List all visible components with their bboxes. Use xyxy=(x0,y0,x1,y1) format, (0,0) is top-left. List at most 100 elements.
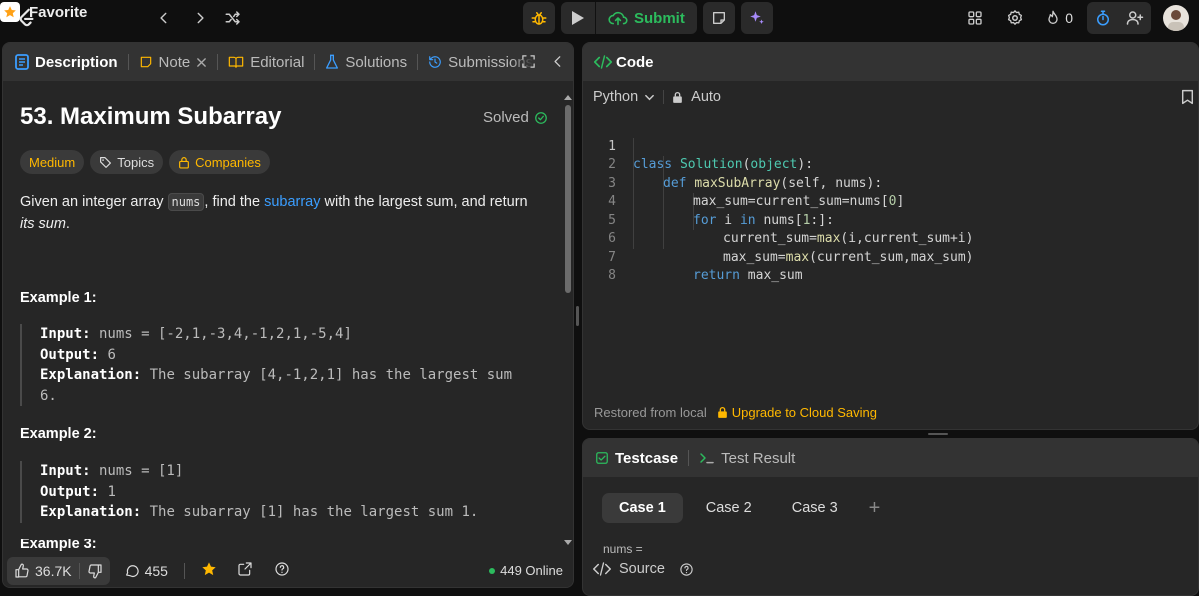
streak-counter[interactable]: 0 xyxy=(1039,2,1079,34)
output-value: 1 xyxy=(99,483,116,500)
add-case-button[interactable]: + xyxy=(861,493,889,523)
ai-assistant-button[interactable] xyxy=(740,2,773,34)
output-label: Output: xyxy=(40,483,100,500)
tab-solutions[interactable]: Solutions xyxy=(315,43,417,81)
code-icon xyxy=(594,55,612,69)
desc-text: with the largest sum, and return xyxy=(320,194,528,210)
case-3-tab[interactable]: Case 3 xyxy=(775,493,855,523)
vertical-resize-handle[interactable] xyxy=(576,306,579,326)
timer-button[interactable] xyxy=(1087,2,1119,34)
leetcode-logo-icon[interactable] xyxy=(14,6,38,30)
chevron-down-icon xyxy=(645,94,655,100)
submit-button[interactable]: Submit xyxy=(596,2,697,34)
bug-icon xyxy=(531,12,547,25)
description-panel: Description Note Editorial Solutions Sub… xyxy=(2,42,574,588)
favorite-button[interactable] xyxy=(201,561,217,582)
topics-label: Topics xyxy=(117,154,155,170)
scroll-thumb[interactable] xyxy=(565,105,571,293)
tab-submissions[interactable]: Submissions xyxy=(418,43,536,81)
shuffle-button[interactable] xyxy=(222,7,244,29)
debug-button[interactable] xyxy=(523,2,555,34)
desc-emphasis: its sum xyxy=(20,216,66,232)
desc-text: Given an integer array xyxy=(20,194,168,210)
topics-tag[interactable]: Topics xyxy=(90,150,164,174)
note-icon xyxy=(140,56,151,68)
flame-icon xyxy=(1048,10,1058,24)
explanation-label: Explanation: xyxy=(40,367,142,383)
chevron-left-icon xyxy=(554,56,561,67)
upgrade-link[interactable]: Upgrade to Cloud Saving xyxy=(717,405,877,420)
tab-test-result[interactable]: Test Result xyxy=(689,439,805,477)
tab-note[interactable]: Note xyxy=(129,43,218,81)
comments-button[interactable]: 455 xyxy=(124,563,168,579)
tab-testcase[interactable]: Testcase xyxy=(583,439,688,477)
tab-code[interactable]: Code xyxy=(583,43,664,81)
star-icon xyxy=(202,561,216,575)
explanation-label: Explanation: xyxy=(40,504,142,520)
scroll-up-icon xyxy=(564,95,572,100)
chevron-right-icon xyxy=(197,12,204,24)
stopwatch-icon xyxy=(1097,10,1109,26)
line-number: 8 xyxy=(608,268,616,283)
lock-icon xyxy=(717,406,727,418)
like-button[interactable]: 36.7K xyxy=(7,557,79,585)
comment-icon xyxy=(125,565,139,577)
lock-icon xyxy=(673,91,682,103)
notes-button[interactable] xyxy=(702,2,735,34)
auto-mode-toggle[interactable]: Auto xyxy=(672,89,721,105)
code-icon xyxy=(593,562,611,576)
help-button[interactable] xyxy=(274,561,290,582)
description-footer: 36.7K 455 449 Online xyxy=(3,553,573,587)
checkbox-icon xyxy=(596,452,608,464)
grid-layout-icon xyxy=(968,11,982,25)
tab-note-label: Note xyxy=(158,53,191,71)
companies-tag[interactable]: Companies xyxy=(169,150,270,174)
code-toolbar: Python Auto xyxy=(583,81,1198,113)
case-1-tab[interactable]: Case 1 xyxy=(602,493,683,523)
next-problem-button[interactable] xyxy=(189,7,211,29)
example-1-title: Example 1: xyxy=(20,290,97,306)
description-scrollbar[interactable] xyxy=(563,93,573,547)
horizontal-resize-handle[interactable] xyxy=(928,433,948,435)
user-avatar[interactable] xyxy=(1163,5,1189,31)
explanation-value-cont: 6. xyxy=(40,387,57,404)
example-3-title: Example 3: xyxy=(20,539,97,552)
solved-status: Solved xyxy=(483,109,548,126)
example-2-block: Input: nums = [1] Output: 1 Explanation:… xyxy=(20,461,540,523)
settings-button[interactable] xyxy=(999,2,1031,34)
check-circle-icon xyxy=(534,111,547,124)
case-2-tab[interactable]: Case 2 xyxy=(689,493,769,523)
chevron-left-icon xyxy=(160,12,167,24)
close-icon[interactable] xyxy=(196,57,207,68)
run-button[interactable] xyxy=(561,2,595,34)
submit-label: Submit xyxy=(634,9,685,27)
input-value: nums = [1] xyxy=(90,463,184,479)
desc-text: , find the xyxy=(204,194,265,210)
prev-problem-button[interactable] xyxy=(153,7,175,29)
source-toggle[interactable]: Source xyxy=(593,561,694,577)
code-tab-bar: Code xyxy=(583,43,1198,81)
dislike-button[interactable] xyxy=(80,557,110,585)
bookmark-icon xyxy=(1181,89,1194,105)
external-link-icon xyxy=(238,561,252,576)
problem-description: Given an integer array nums, find the su… xyxy=(20,191,540,235)
code-tab-label: Code xyxy=(616,53,654,71)
mode-label: Auto xyxy=(691,89,721,105)
tab-editorial[interactable]: Editorial xyxy=(218,43,314,81)
tab-description[interactable]: Description xyxy=(3,43,128,81)
note-icon xyxy=(712,12,725,24)
explanation-value: The subarray [1] has the largest sum 1. xyxy=(141,504,479,520)
layout-button[interactable] xyxy=(959,2,991,34)
collapse-panel-button[interactable] xyxy=(551,54,565,74)
input-value: nums = [-2,1,-3,4,-1,2,1,-5,4] xyxy=(90,326,352,342)
book-icon xyxy=(228,56,244,68)
invite-collaborator-button[interactable] xyxy=(1119,2,1151,34)
testcase-label: Testcase xyxy=(615,449,679,467)
save-status: Restored from local Upgrade to Cloud Sav… xyxy=(594,405,877,420)
maximize-button[interactable] xyxy=(521,54,536,74)
language-select[interactable]: Python xyxy=(593,89,655,105)
share-button[interactable] xyxy=(237,561,253,582)
bookmark-button[interactable] xyxy=(1181,89,1194,109)
subarray-link[interactable]: subarray xyxy=(264,194,320,210)
flask-icon xyxy=(326,54,339,69)
